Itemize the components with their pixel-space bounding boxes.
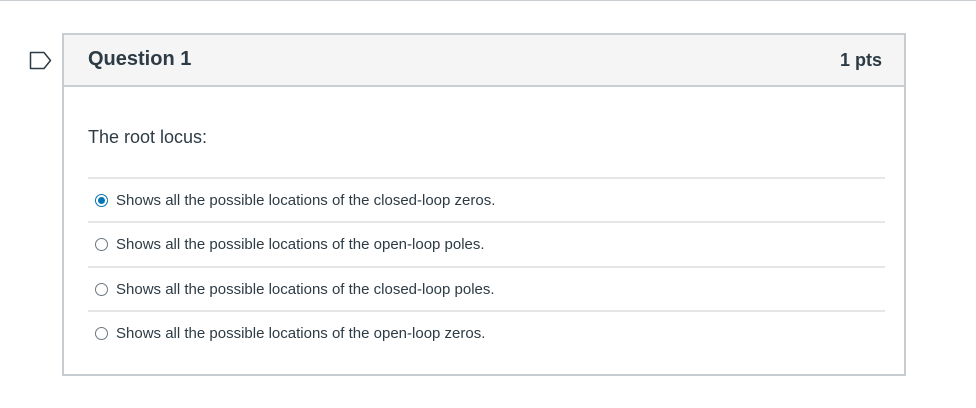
question-points: 1 pts <box>839 50 882 70</box>
answer-label: Shows all the possible locations of the … <box>116 324 486 342</box>
answer-option-4[interactable]: Shows all the possible locations of the … <box>88 310 885 354</box>
answer-option-2[interactable]: Shows all the possible locations of the … <box>88 221 885 266</box>
answer-list: Shows all the possible locations of the … <box>88 177 885 354</box>
answer-label: Shows all the possible locations of the … <box>116 191 496 209</box>
question-card: Question 1 1 pts The root locus: Shows a… <box>62 33 906 376</box>
answer-label: Shows all the possible locations of the … <box>116 280 495 298</box>
top-divider <box>0 0 976 1</box>
answer-option-3[interactable]: Shows all the possible locations of the … <box>88 266 885 310</box>
radio-button[interactable] <box>95 238 108 251</box>
question-title: Question 1 <box>88 48 192 70</box>
radio-button-selected[interactable] <box>95 193 108 207</box>
radio-button[interactable] <box>95 326 108 340</box>
answer-option-1[interactable]: Shows all the possible locations of the … <box>88 177 885 221</box>
question-prompt: The root locus: <box>88 127 208 147</box>
answer-label: Shows all the possible locations of the … <box>116 236 485 253</box>
flag-icon <box>29 51 52 70</box>
radio-button[interactable] <box>95 282 108 296</box>
question-header: Question 1 1 pts <box>64 35 904 87</box>
flag-question-button[interactable] <box>29 51 53 71</box>
